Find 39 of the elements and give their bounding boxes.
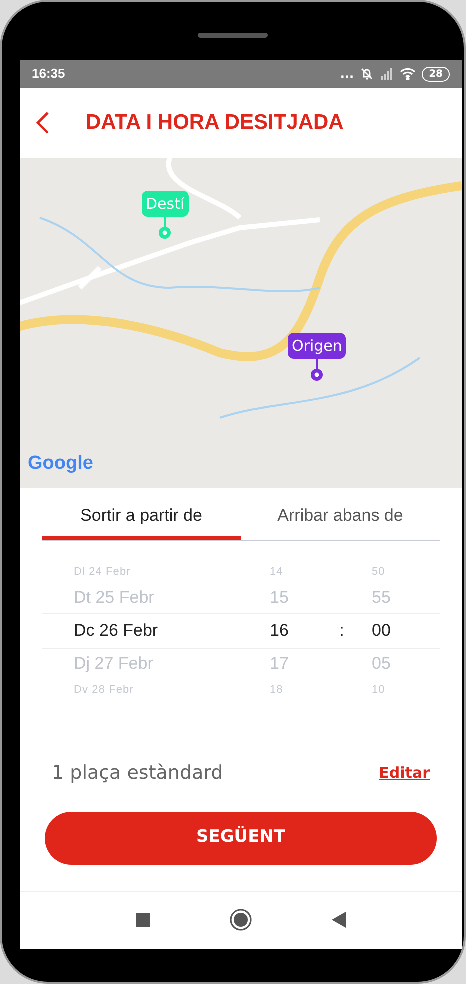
picker-day: Dt 25 Febr [42, 585, 242, 611]
picker-day: Dl 24 Febr [42, 564, 242, 580]
picker-hour: 16 [269, 620, 290, 642]
signal-icon [380, 68, 394, 80]
picker-day: Dc 26 Febr [42, 618, 242, 644]
more-indicator: ... [340, 68, 354, 80]
marker-pin-icon [157, 217, 174, 241]
tab[interactable]: Sortir a partir de [42, 496, 241, 540]
battery-indicator: 28 [422, 66, 450, 82]
tab[interactable]: Arribar abans de [241, 496, 440, 540]
picker-hour: 17 [269, 653, 290, 676]
edit-link[interactable]: Editar [379, 762, 430, 784]
picker-row[interactable]: Dc 26 Febr 16 : 00 [42, 613, 440, 649]
date-time-picker[interactable]: Dl 24 Febr 14 50 Dt 25 Febr 15 55 Dc 26 Febr 16 : 00 Dj 27 Febr 17 05 Dv 28 Febr 18 10 [42, 561, 440, 701]
picker-hour: 18 [269, 682, 284, 698]
picker-minute: 55 [372, 587, 391, 610]
picker-hour: 15 [269, 587, 290, 610]
picker-minute: 50 [372, 564, 386, 580]
back-icon[interactable] [36, 111, 50, 135]
picker-minute: 10 [372, 682, 386, 698]
marker-pin-icon [309, 359, 326, 383]
muted-bell-icon [360, 67, 374, 81]
seat-summary: 1 plaça estàndard [52, 761, 224, 786]
picker-minute: 05 [372, 653, 391, 676]
marker-label[interactable]: Origen [288, 333, 346, 359]
back-triangle-icon[interactable] [332, 912, 346, 928]
picker-day: Dj 27 Febr [42, 651, 242, 677]
status-time: 16:35 [32, 65, 66, 84]
speaker-grille [198, 32, 268, 38]
map-attribution: Google [28, 452, 94, 476]
screen-title: DATA I HORA DESITJADA [86, 110, 344, 136]
time-separator: : [338, 620, 346, 642]
picker-hour: 14 [269, 564, 284, 580]
wifi-icon [400, 68, 416, 80]
home-circle-icon[interactable] [230, 909, 252, 931]
picker-minute: 00 [372, 620, 391, 642]
picker-day: Dv 28 Febr [42, 682, 242, 698]
map-view[interactable]: Destí Origen Google [20, 158, 462, 488]
next-button[interactable]: SEGÜENT [45, 812, 437, 864]
